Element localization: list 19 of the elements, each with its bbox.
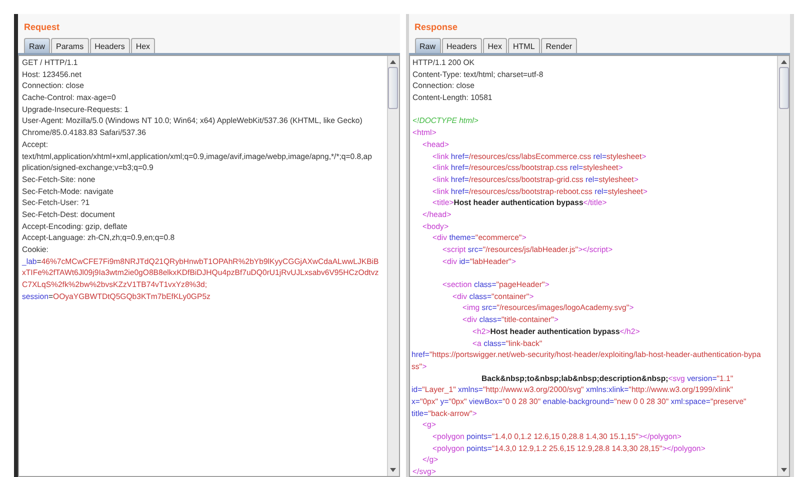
scroll-down-icon[interactable] xyxy=(780,468,786,472)
scroll-thumb[interactable] xyxy=(388,67,398,109)
text-editor[interactable] xyxy=(18,55,400,477)
tab[interactable]: Hex xyxy=(130,38,156,53)
tab[interactable]: Raw xyxy=(24,38,50,53)
scrollbar[interactable] xyxy=(386,56,398,476)
scrollbar[interactable] xyxy=(777,56,789,476)
panel-title: Request xyxy=(23,21,61,34)
tab[interactable]: Headers xyxy=(442,38,482,53)
tab[interactable]: Params xyxy=(51,38,89,53)
scroll-down-icon[interactable] xyxy=(390,468,396,472)
text-editor[interactable] xyxy=(408,55,790,477)
tab[interactable]: Hex xyxy=(482,38,507,53)
panel-title: Response xyxy=(414,21,459,34)
scroll-thumb[interactable] xyxy=(778,67,788,109)
tab[interactable]: Render xyxy=(540,38,578,53)
tab[interactable]: Raw xyxy=(414,38,441,53)
tab[interactable]: Headers xyxy=(90,38,130,53)
tab[interactable]: HTML xyxy=(508,38,540,53)
